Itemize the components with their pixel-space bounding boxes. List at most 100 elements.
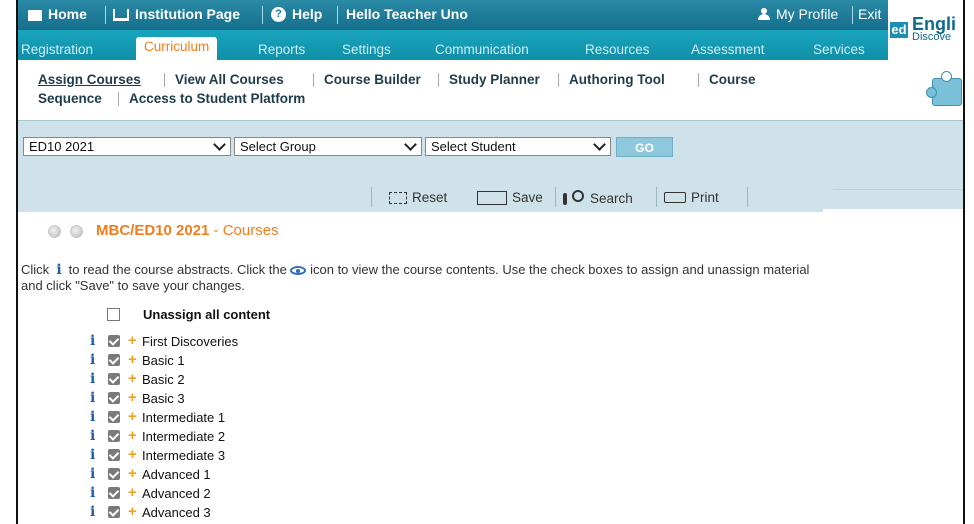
course-label[interactable]: Basic 3	[142, 391, 185, 406]
submenu-divider	[118, 92, 119, 106]
exit-link[interactable]: Exit	[858, 6, 881, 22]
tab-resources[interactable]: Resources	[585, 42, 650, 57]
reset-button[interactable]: Reset	[389, 190, 447, 205]
list-item: i + Advanced 1	[18, 465, 618, 484]
toolbar-divider	[747, 187, 748, 207]
course-checkbox[interactable]	[108, 335, 120, 347]
student-select[interactable]: Select Student	[425, 137, 611, 156]
list-item: i + Intermediate 1	[18, 408, 618, 427]
course-checkbox[interactable]	[108, 449, 120, 461]
course-checkbox[interactable]	[108, 487, 120, 499]
course-builder-link[interactable]: Course Builder	[324, 72, 421, 87]
search-button[interactable]: Search	[563, 190, 633, 206]
assign-courses-link[interactable]: Assign Courses	[38, 72, 141, 87]
expand-icon[interactable]: +	[128, 351, 137, 368]
topbar-divider	[105, 6, 106, 24]
tab-communication[interactable]: Communication	[435, 42, 529, 57]
expand-icon[interactable]: +	[128, 332, 137, 349]
chevron-down-icon	[404, 138, 417, 151]
nav-back-button[interactable]	[48, 225, 61, 238]
expand-icon[interactable]: +	[128, 370, 137, 387]
unassign-all-checkbox[interactable]	[107, 308, 120, 321]
nav-forward-button[interactable]	[70, 225, 83, 238]
tab-services[interactable]: Services	[813, 42, 865, 57]
info-icon[interactable]: i	[90, 447, 95, 463]
info-icon[interactable]: i	[90, 333, 95, 349]
course-checkbox[interactable]	[108, 373, 120, 385]
toolbar-divider	[656, 187, 657, 207]
expand-icon[interactable]: +	[128, 503, 137, 520]
class-select[interactable]: ED10 2021	[23, 137, 231, 156]
course-label[interactable]: Advanced 2	[142, 486, 211, 501]
puzzle-icon	[926, 71, 962, 106]
expand-icon[interactable]: +	[128, 465, 137, 482]
course-sequence-link-cont[interactable]: Sequence	[38, 91, 102, 106]
page-title: MBC/ED10 2021 - Courses	[96, 222, 279, 239]
tab-assessment[interactable]: Assessment	[691, 42, 765, 57]
expand-icon[interactable]: +	[128, 408, 137, 425]
info-icon[interactable]: i	[90, 428, 95, 444]
group-select[interactable]: Select Group	[234, 137, 422, 156]
course-checkbox[interactable]	[108, 430, 120, 442]
course-label[interactable]: Intermediate 1	[142, 410, 225, 425]
course-label[interactable]: Basic 2	[142, 372, 185, 387]
expand-icon[interactable]: +	[128, 389, 137, 406]
info-icon[interactable]: i	[90, 352, 95, 368]
print-button[interactable]: Print	[664, 190, 719, 205]
course-checkbox[interactable]	[108, 392, 120, 404]
tab-curriculum[interactable]: Curriculum	[136, 37, 218, 60]
info-icon[interactable]: i	[90, 409, 95, 425]
home-icon	[28, 9, 42, 21]
course-checkbox[interactable]	[108, 354, 120, 366]
action-toolbar: Reset Save Search Print	[18, 182, 963, 212]
my-profile-link[interactable]: My Profile	[758, 6, 838, 22]
course-label[interactable]: Intermediate 3	[142, 448, 225, 463]
profile-label: My Profile	[776, 6, 839, 22]
course-checkbox[interactable]	[108, 468, 120, 480]
study-planner-link[interactable]: Study Planner	[449, 72, 540, 87]
tab-registration[interactable]: Registration	[21, 42, 93, 57]
greeting-label: Hello Teacher Uno	[346, 6, 468, 22]
expand-icon[interactable]: +	[128, 484, 137, 501]
page-title-suffix: - Courses	[209, 222, 279, 239]
tab-reports[interactable]: Reports	[258, 42, 305, 57]
info-icon[interactable]: i	[90, 504, 95, 520]
expand-icon[interactable]: +	[128, 446, 137, 463]
reset-label: Reset	[412, 190, 448, 205]
course-label[interactable]: Basic 1	[142, 353, 185, 368]
instructions-text: Click i to read the course abstracts. Cl…	[21, 262, 811, 293]
authoring-tool-link[interactable]: Authoring Tool	[569, 72, 665, 87]
go-button[interactable]: GO	[616, 137, 673, 157]
expand-icon[interactable]: +	[128, 427, 137, 444]
tab-settings[interactable]: Settings	[342, 42, 391, 57]
help-link[interactable]: ? Help	[271, 6, 322, 22]
curriculum-submenu: Assign Courses View All Courses Course B…	[18, 60, 888, 116]
info-icon[interactable]: i	[90, 485, 95, 501]
info-icon[interactable]: i	[90, 371, 95, 387]
info-icon[interactable]: i	[90, 466, 95, 482]
course-checkbox[interactable]	[108, 411, 120, 423]
eye-icon	[290, 266, 307, 276]
toolbar-divider	[371, 187, 372, 207]
course-label[interactable]: Advanced 3	[142, 505, 211, 520]
save-button[interactable]: Save	[477, 190, 543, 205]
course-label[interactable]: First Discoveries	[142, 334, 238, 349]
list-item: i + Basic 3	[18, 389, 618, 408]
course-label[interactable]: Intermediate 2	[142, 429, 225, 444]
course-checkbox[interactable]	[108, 506, 120, 518]
info-icon[interactable]: i	[90, 390, 95, 406]
submenu-divider	[438, 73, 439, 87]
view-all-courses-link[interactable]: View All Courses	[175, 72, 284, 87]
institution-page-link[interactable]: Institution Page	[113, 6, 240, 22]
toolbar-divider	[555, 187, 556, 207]
access-student-platform-link[interactable]: Access to Student Platform	[129, 91, 305, 106]
toolbar-slant	[788, 182, 848, 212]
frame-right-border	[963, 0, 974, 524]
course-label[interactable]: Advanced 1	[142, 467, 211, 482]
institution-icon	[113, 9, 129, 21]
chevron-down-icon	[593, 138, 606, 151]
main-tabs: Registration Curriculum Reports Settings…	[18, 30, 888, 60]
course-sequence-link[interactable]: Course	[709, 72, 756, 87]
instructions-part2: to read the course abstracts. Click the	[68, 262, 287, 277]
home-link[interactable]: Home	[28, 6, 87, 22]
